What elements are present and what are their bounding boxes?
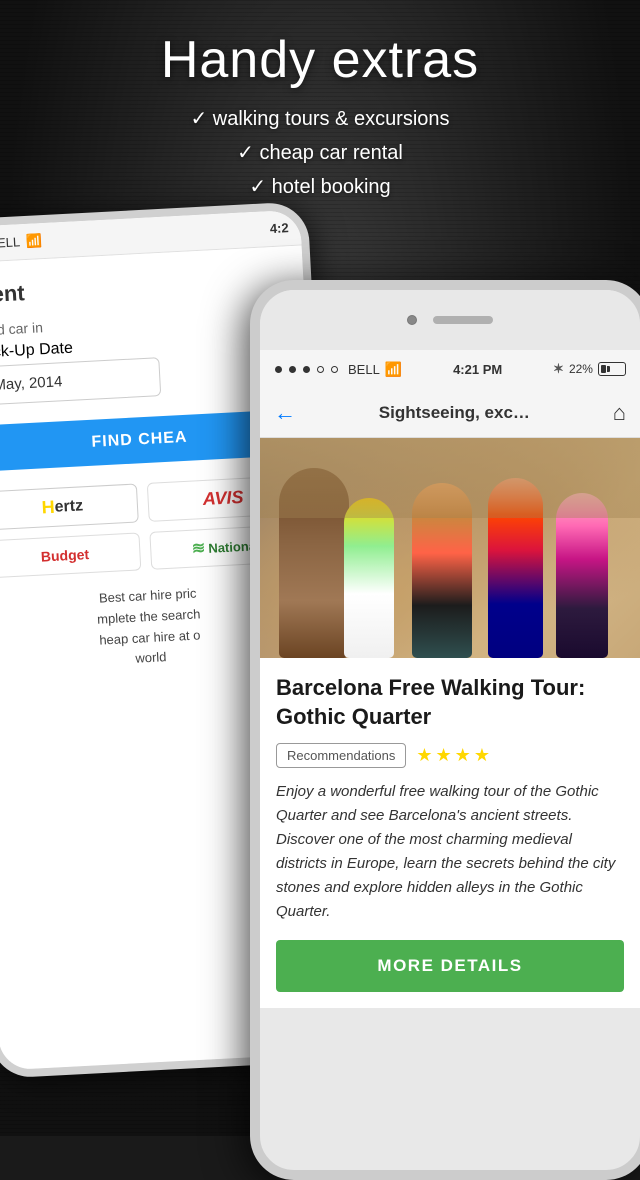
building-bg	[260, 438, 640, 518]
battery-tip	[607, 366, 610, 372]
home-button[interactable]: ⌂	[613, 400, 626, 426]
tour-badge-row: Recommendations ★ ★ ★ ★	[276, 743, 624, 768]
statusbar-time: 4:21 PM	[453, 362, 502, 377]
back-button[interactable]: ←	[274, 400, 296, 426]
phone-speaker	[433, 316, 493, 324]
battery-fill	[601, 365, 606, 373]
carrier-label: BELL	[348, 362, 380, 377]
signal-dot-3	[303, 366, 310, 373]
tour-info: Barcelona Free Walking Tour: Gothic Quar…	[260, 658, 640, 1008]
battery-pct-label: 22%	[569, 362, 593, 376]
tour-description: Enjoy a wonderful free walking tour of t…	[276, 780, 624, 924]
signal-dot-4	[317, 366, 324, 373]
feature-2: ✓ cheap car rental	[0, 136, 640, 170]
star-4: ★	[474, 745, 490, 766]
nav-title: Sightseeing, exc…	[308, 403, 601, 423]
figure-1	[344, 498, 394, 658]
header-features: ✓ walking tours & excursions ✓ cheap car…	[0, 102, 640, 204]
statusbar: BELL 📶 4:21 PM ✶ 22%	[260, 350, 640, 388]
star-rating: ★ ★ ★ ★	[416, 745, 490, 766]
back-screen-title: Rent	[0, 266, 288, 308]
phone-screen: BELL 📶 4:21 PM ✶ 22% ← Sightseeing, exc……	[260, 350, 640, 1008]
signal-dot-1	[275, 366, 282, 373]
battery-icon	[598, 362, 626, 376]
phone-front: BELL 📶 4:21 PM ✶ 22% ← Sightseeing, exc……	[250, 280, 640, 1180]
budget-logo: Budget	[0, 532, 141, 578]
bt-icon: ✶	[553, 361, 564, 377]
photo-simulation	[260, 438, 640, 658]
recommendations-badge: Recommendations	[276, 743, 406, 768]
hertz-logo: H ertz	[0, 483, 139, 530]
tour-image	[260, 438, 640, 658]
statusbar-left: BELL 📶	[274, 361, 402, 378]
back-carrier: ○○ BELL	[0, 234, 20, 252]
wifi-icon: 📶	[385, 361, 402, 378]
statusbar-right: ✶ 22%	[553, 361, 626, 377]
header-title: Handy extras	[0, 30, 640, 90]
tour-title: Barcelona Free Walking Tour: Gothic Quar…	[276, 674, 624, 731]
feature-1: ✓ walking tours & excursions	[0, 102, 640, 136]
header-section: Handy extras ✓ walking tours & excursion…	[0, 30, 640, 204]
pickup-date-input[interactable]: May, 2014	[0, 357, 161, 405]
star-3: ★	[455, 745, 471, 766]
feature-3: ✓ hotel booking	[0, 170, 640, 204]
star-1: ★	[416, 745, 432, 766]
signal-dot-5	[331, 366, 338, 373]
phone-top-hardware	[260, 290, 640, 350]
back-wifi-icon: 📶	[26, 233, 43, 250]
phone-camera	[407, 315, 417, 325]
star-2: ★	[436, 745, 452, 766]
back-time: 4:2	[269, 220, 289, 236]
more-details-button[interactable]: MORE DETAILS	[276, 940, 624, 992]
navbar: ← Sightseeing, exc… ⌂	[260, 388, 640, 438]
signal-dot-2	[289, 366, 296, 373]
